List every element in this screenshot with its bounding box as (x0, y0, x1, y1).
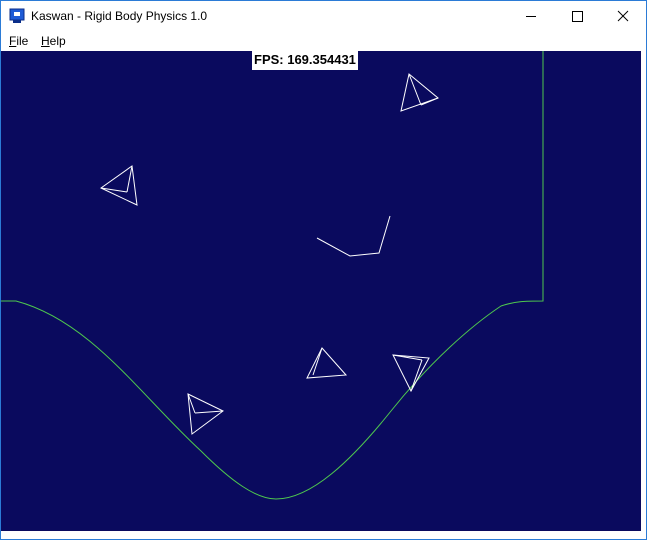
simulation-canvas[interactable] (1, 51, 641, 531)
close-button[interactable] (600, 1, 646, 31)
maximize-button[interactable] (554, 1, 600, 31)
rigid-body (100, 165, 138, 206)
app-window: Kaswan - Rigid Body Physics 1.0 File Hel… (0, 0, 647, 540)
rigid-body (316, 215, 391, 257)
maximize-icon (572, 11, 583, 22)
menu-file-label: ile (16, 34, 29, 48)
fps-counter: FPS: 169.354431 (252, 51, 358, 70)
rigid-body (187, 393, 224, 435)
rigid-body (400, 73, 440, 112)
close-icon (617, 10, 629, 22)
menu-help-accelerator: H (41, 34, 50, 48)
terrain-boundary (1, 51, 544, 500)
minimize-button[interactable] (508, 1, 554, 31)
rigid-body (306, 347, 348, 379)
app-window-icon (9, 8, 25, 24)
menu-file[interactable]: File (9, 34, 28, 48)
window-title: Kaswan - Rigid Body Physics 1.0 (31, 9, 208, 23)
menu-bar: File Help (1, 31, 646, 51)
menu-help-label: elp (49, 34, 66, 48)
title-bar[interactable]: Kaswan - Rigid Body Physics 1.0 (1, 1, 646, 31)
menu-help[interactable]: Help (41, 34, 66, 48)
minimize-icon (526, 16, 536, 17)
